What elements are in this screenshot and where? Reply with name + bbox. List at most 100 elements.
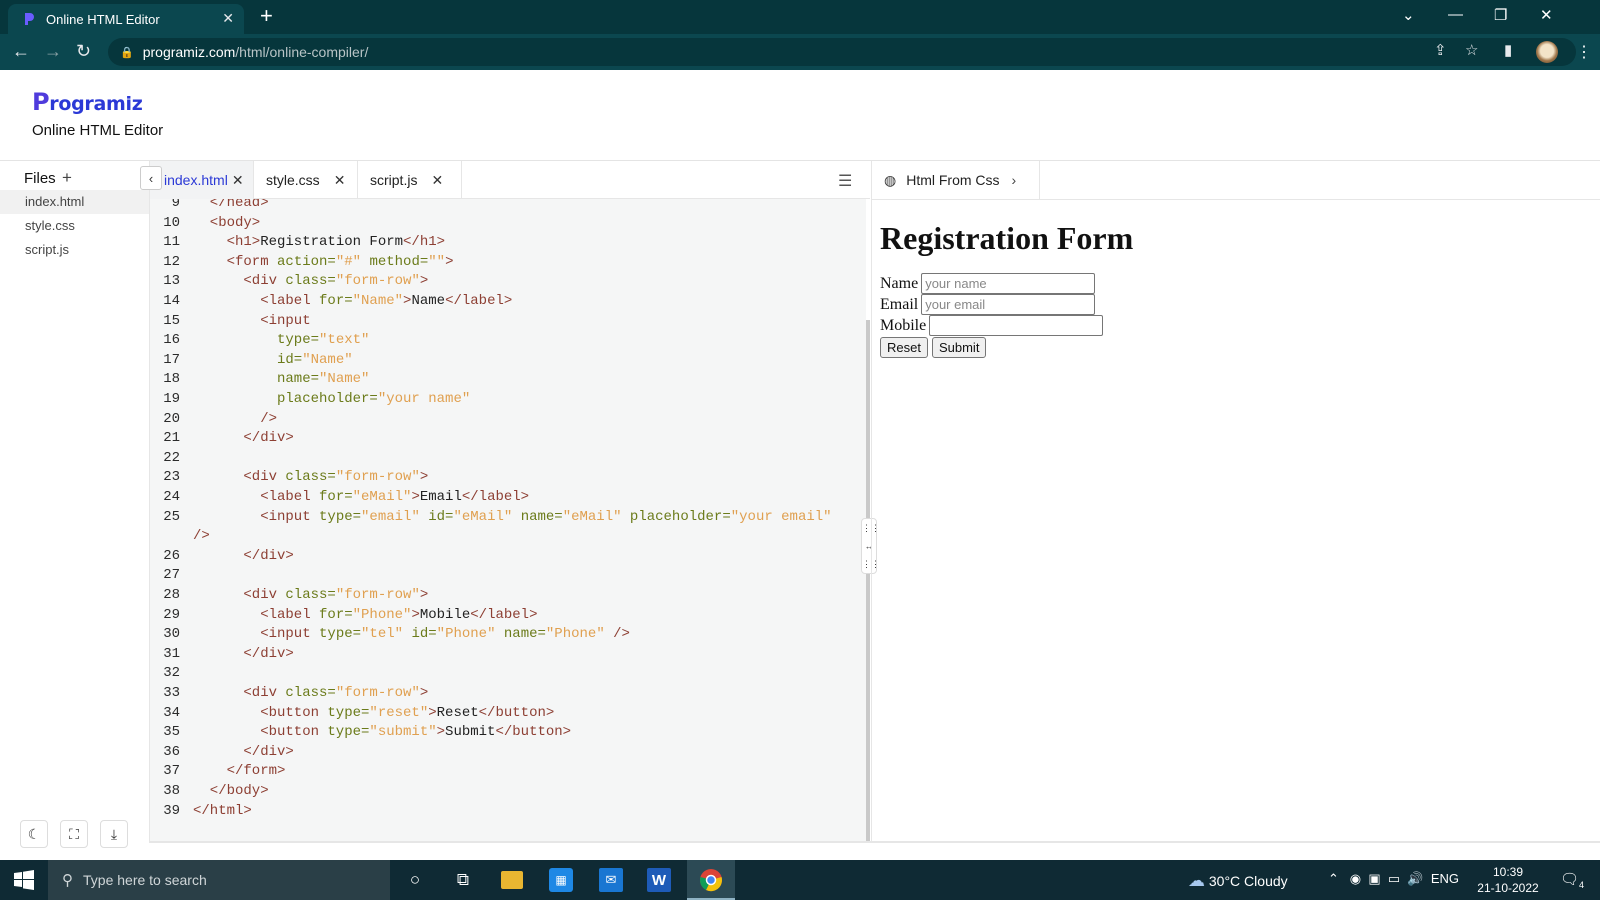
- code-line[interactable]: </div>: [243, 548, 293, 564]
- download-icon[interactable]: ⤓: [100, 820, 128, 848]
- close-icon[interactable]: ✕: [431, 172, 443, 189]
- editor-menu-icon[interactable]: ☰: [838, 171, 852, 191]
- fullscreen-icon[interactable]: ⛶: [60, 820, 88, 848]
- dark-mode-icon[interactable]: ☾: [20, 820, 48, 848]
- word-icon[interactable]: W: [647, 868, 671, 892]
- store-icon[interactable]: ▦: [549, 868, 573, 892]
- email-label: Email: [880, 295, 919, 313]
- new-tab-button[interactable]: +: [260, 5, 273, 27]
- back-icon[interactable]: ←: [12, 42, 30, 60]
- code-line[interactable]: <label for="Phone">Mobile</label>: [260, 607, 537, 623]
- line-number: 11: [163, 234, 180, 251]
- file-item-script-js[interactable]: script.js: [0, 238, 149, 262]
- code-line[interactable]: <body>: [210, 215, 260, 231]
- browser-tab[interactable]: Online HTML Editor ✕: [8, 4, 244, 34]
- code-line[interactable]: </div>: [243, 646, 293, 662]
- code-line[interactable]: <form action="#" method="">: [227, 254, 454, 270]
- clock[interactable]: 10:39 21-10-2022: [1476, 864, 1540, 896]
- code-line[interactable]: </form>: [227, 763, 286, 779]
- add-file-button[interactable]: +: [62, 168, 72, 188]
- weather-widget[interactable]: ☁ 30°C Cloudy: [1188, 871, 1288, 891]
- minimize-icon[interactable]: —: [1448, 6, 1463, 23]
- code-line[interactable]: <label for="Name">Name</label>: [260, 293, 512, 309]
- programiz-logo[interactable]: Programiz: [32, 88, 143, 116]
- code-line[interactable]: />: [260, 411, 277, 427]
- share-icon[interactable]: ⇪: [1434, 41, 1447, 59]
- mail-icon[interactable]: ✉: [599, 868, 623, 892]
- close-icon[interactable]: ✕: [334, 172, 346, 189]
- chrome-taskbar-button[interactable]: [687, 860, 735, 900]
- reset-button[interactable]: Reset: [880, 337, 928, 358]
- email-input[interactable]: your email: [921, 294, 1096, 315]
- code-line[interactable]: name="Name": [277, 371, 369, 387]
- notifications-icon[interactable]: 🗨4: [1560, 870, 1584, 890]
- code-line[interactable]: </div>: [243, 430, 293, 446]
- tab-label: style.css: [266, 172, 320, 188]
- side-panel-icon[interactable]: ▮: [1504, 41, 1512, 59]
- preview-tab[interactable]: ◍ Html From Css ›: [872, 161, 1040, 199]
- code-line[interactable]: <div class="form-row">: [243, 587, 428, 603]
- code-line[interactable]: </html>: [193, 803, 252, 819]
- window-close-icon[interactable]: ✕: [1540, 6, 1553, 24]
- close-tab-icon[interactable]: ✕: [222, 10, 234, 27]
- code-line[interactable]: </div>: [243, 744, 293, 760]
- code-line[interactable]: <input type="email" id="eMail" name="eMa…: [260, 509, 831, 525]
- tab-script-js[interactable]: script.js ✕: [358, 161, 462, 199]
- editor-scrollbar[interactable]: [866, 320, 870, 841]
- tab-index-html[interactable]: index.html ✕: [150, 161, 254, 199]
- task-view-icon[interactable]: ⧉: [451, 868, 475, 892]
- code-line[interactable]: <button type="reset">Reset</button>: [260, 705, 554, 721]
- code-line[interactable]: <h1>Registration Form</h1>: [227, 234, 445, 250]
- browser-menu-icon[interactable]: ⋮: [1576, 42, 1592, 62]
- mobile-input[interactable]: [929, 315, 1104, 336]
- code-line[interactable]: <button type="submit">Submit</button>: [260, 724, 571, 740]
- line-number: 9: [171, 199, 180, 211]
- tab-search-icon[interactable]: ⌄: [1402, 6, 1415, 24]
- close-icon[interactable]: ✕: [232, 172, 244, 189]
- record-icon[interactable]: ◉: [1350, 871, 1361, 886]
- collapse-files-button[interactable]: ‹: [140, 166, 162, 190]
- network-icon[interactable]: ▭: [1388, 871, 1400, 886]
- code-line[interactable]: placeholder="your name": [277, 391, 470, 407]
- line-number: 21: [163, 430, 180, 447]
- clock-date: 21-10-2022: [1477, 881, 1539, 895]
- profile-avatar[interactable]: [1536, 41, 1558, 63]
- code-line[interactable]: <div class="form-row">: [243, 273, 428, 289]
- code-line[interactable]: </head>: [210, 199, 269, 211]
- tray-chevron-icon[interactable]: ⌃: [1328, 871, 1339, 886]
- reload-icon[interactable]: ↻: [76, 42, 91, 60]
- chevron-right-icon[interactable]: ›: [1012, 172, 1017, 188]
- volume-icon[interactable]: 🔊: [1407, 871, 1423, 886]
- code-line[interactable]: <div class="form-row">: [243, 685, 428, 701]
- code-line[interactable]: />: [193, 528, 210, 544]
- language-indicator[interactable]: ENG: [1431, 871, 1459, 886]
- bookmark-star-icon[interactable]: ☆: [1465, 41, 1478, 59]
- output-divider: [150, 841, 1600, 843]
- taskbar-search[interactable]: ⚲ Type here to search: [48, 860, 390, 900]
- name-input[interactable]: your name: [921, 273, 1096, 294]
- code-line[interactable]: type="text": [277, 332, 369, 348]
- line-number: 28: [163, 587, 180, 603]
- cortana-icon[interactable]: ○: [403, 868, 427, 892]
- preview-email-row: Email your email: [880, 294, 1096, 315]
- forward-icon[interactable]: →: [44, 42, 62, 60]
- code-line[interactable]: id="Name": [277, 352, 353, 368]
- file-item-index-html[interactable]: index.html: [0, 190, 149, 214]
- submit-button[interactable]: Submit: [931, 337, 987, 358]
- meet-icon[interactable]: ▣: [1368, 871, 1380, 886]
- code-line[interactable]: <input: [260, 313, 310, 329]
- file-item-style-css[interactable]: style.css: [0, 214, 149, 238]
- code-line[interactable]: </body>: [210, 783, 269, 799]
- code-line[interactable]: <input type="tel" id="Phone" name="Phone…: [260, 626, 630, 642]
- line-number: 30: [163, 626, 180, 643]
- windows-start-icon[interactable]: [14, 870, 34, 890]
- tab-style-css[interactable]: style.css ✕: [254, 161, 358, 199]
- restore-icon[interactable]: ❐: [1494, 6, 1507, 24]
- code-line[interactable]: <label for="eMail">Email</label>: [260, 489, 529, 505]
- url-field[interactable]: 🔒 programiz.com/html/online-compiler/: [108, 38, 1576, 66]
- code-line[interactable]: <div class="form-row">: [243, 469, 428, 485]
- line-number: 37: [163, 763, 180, 780]
- file-explorer-icon[interactable]: [501, 871, 523, 889]
- code-editor[interactable]: 9 </head> 10 <body> 11 <h1>Registration Form<…: [150, 199, 866, 841]
- line-number: 35: [163, 724, 180, 741]
